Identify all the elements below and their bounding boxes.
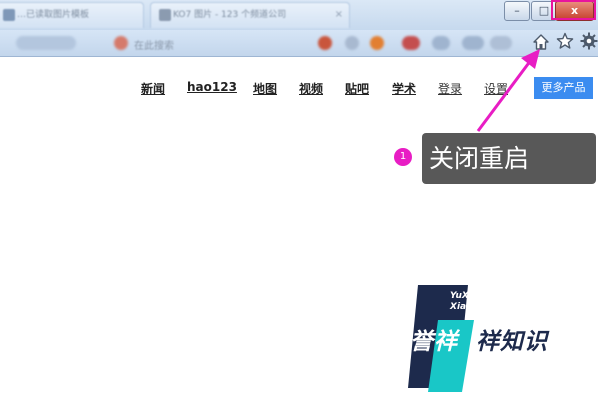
close-button-highlight (551, 0, 596, 20)
browser-toolbar: 在此搜索 (0, 30, 598, 57)
address-bar-text[interactable]: 在此搜索 (134, 37, 174, 52)
home-icon[interactable] (532, 33, 550, 51)
annotation-callout: 关闭重启 (422, 133, 596, 184)
logo-english-text: YuXiang XiangZhiShi (450, 291, 511, 313)
extension-icon[interactable] (318, 36, 332, 50)
nav-link-news[interactable]: 新闻 (141, 80, 165, 97)
undo-icon[interactable] (432, 36, 450, 50)
minimize-button[interactable]: – (504, 1, 530, 21)
nav-link-login[interactable]: 登录 (438, 80, 462, 97)
nav-link-academic[interactable]: 学术 (392, 80, 416, 97)
tab-favicon-icon (159, 9, 171, 21)
toolbar-button[interactable] (490, 36, 512, 50)
extension-icon[interactable] (402, 36, 420, 50)
star-icon[interactable] (556, 32, 574, 50)
extension-icon[interactable] (370, 36, 384, 50)
search-engine-icon[interactable] (114, 36, 128, 50)
tab-title: …已读取图片模板 (17, 10, 90, 20)
more-products-button[interactable]: 更多产品 (534, 77, 593, 99)
gear-icon[interactable] (580, 32, 598, 50)
browser-tab[interactable]: …已读取图片模板 (0, 2, 144, 28)
logo-chinese-text: 祥知识 (476, 329, 548, 355)
browser-title-bar: …已读取图片模板 KO7 图片 - 123 个频道公司 × – □ x (0, 0, 598, 30)
logo-chinese-text: 誉祥 (410, 329, 458, 355)
nav-link-tieba[interactable]: 贴吧 (345, 80, 369, 97)
nav-link-map[interactable]: 地图 (253, 80, 277, 97)
nav-link-hao123[interactable]: hao123 (187, 80, 237, 94)
tab-close-icon[interactable]: × (335, 3, 343, 27)
top-navigation: 新闻 hao123 地图 视频 贴吧 学术 登录 设置 (0, 80, 598, 100)
logo-line1: YuXiang (450, 291, 491, 301)
nav-link-settings[interactable]: 设置 (484, 80, 508, 97)
logo-line2: XiangZhiShi (450, 302, 511, 312)
nav-link-video[interactable]: 视频 (299, 80, 323, 97)
nav-buttons[interactable] (16, 36, 76, 50)
step-badge: 1 (394, 148, 412, 166)
extension-icon[interactable] (345, 36, 359, 50)
tab-title: KO7 图片 - 123 个频道公司 (173, 10, 287, 20)
toolbar-button[interactable] (462, 36, 484, 50)
browser-tab-active[interactable]: KO7 图片 - 123 个频道公司 × (150, 2, 350, 28)
tab-favicon-icon (3, 9, 15, 21)
